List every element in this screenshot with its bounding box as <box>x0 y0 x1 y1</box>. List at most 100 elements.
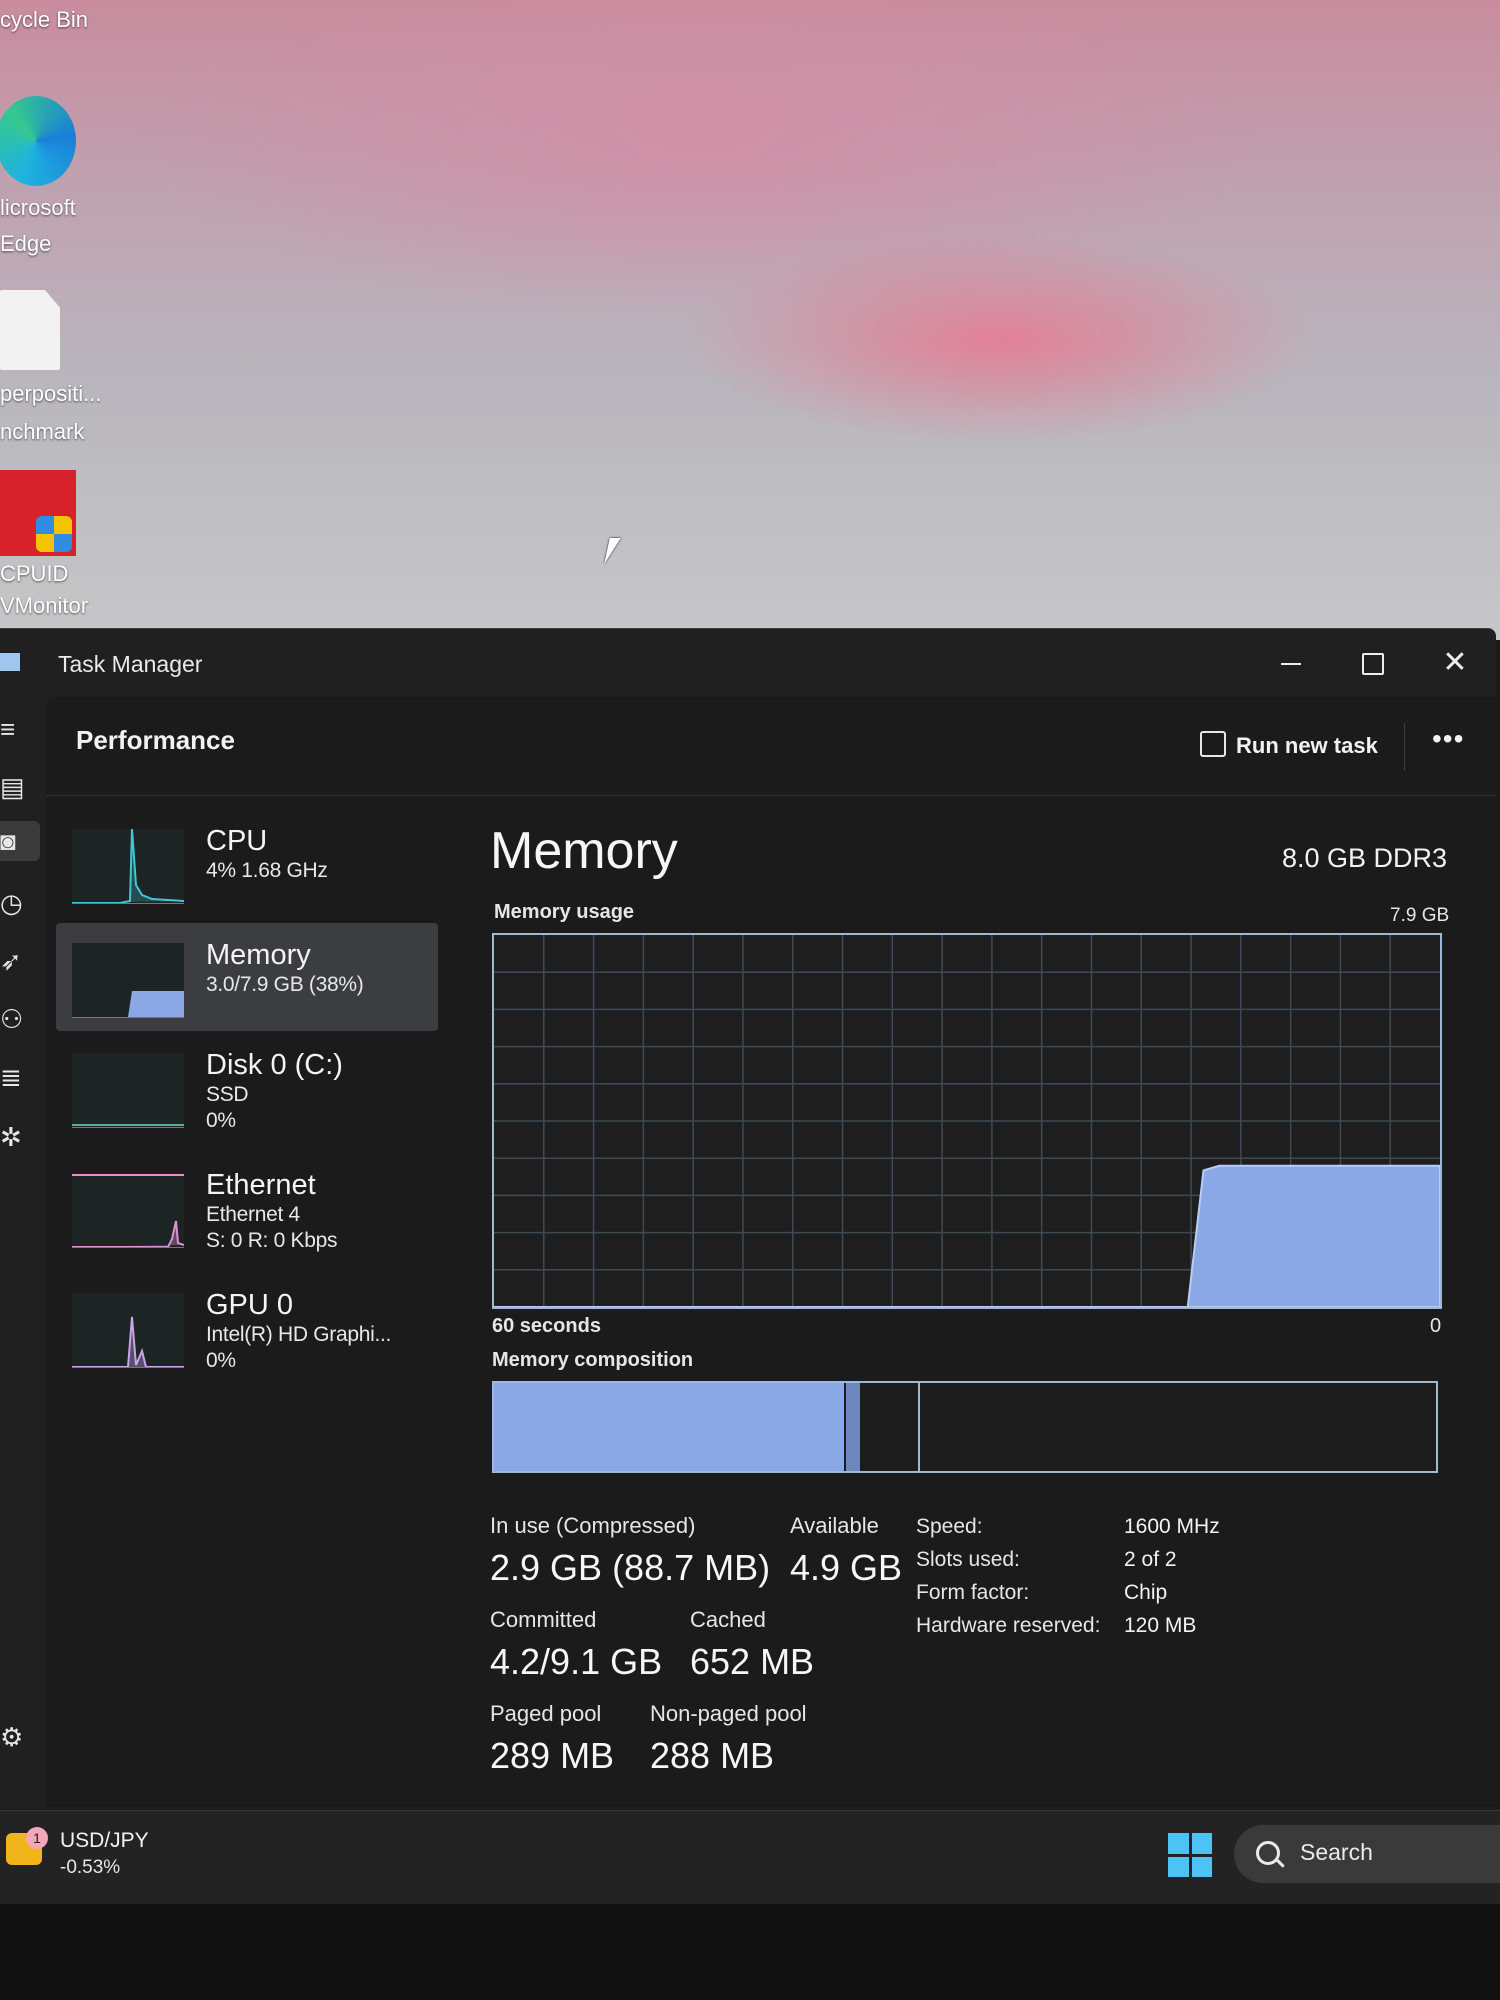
app-history-icon[interactable]: ◷ <box>0 883 40 923</box>
memory-usage-chart <box>494 935 1440 1307</box>
perf-item-detail: Ethernet 4 <box>206 1203 300 1226</box>
perf-item-cpu[interactable]: CPU 4% 1.68 GHz <box>56 809 438 917</box>
memory-thumbnail-graph <box>72 943 184 1018</box>
perf-item-memory[interactable]: Memory 3.0/7.9 GB (38%) <box>56 923 438 1031</box>
windows-logo-tile <box>1168 1833 1189 1854</box>
start-button[interactable] <box>1168 1833 1212 1877</box>
memory-usage-area <box>494 1164 1440 1307</box>
close-button[interactable]: ✕ <box>1424 641 1486 689</box>
hwmonitor-icon <box>0 470 76 556</box>
processes-icon[interactable]: ▤ <box>0 767 40 807</box>
perf-item-name: Ethernet <box>206 1169 316 1201</box>
perf-item-percent: 0% <box>206 1349 236 1372</box>
perf-item-ethernet[interactable]: Ethernet Ethernet 4 S: 0 R: 0 Kbps <box>56 1153 438 1261</box>
window-title: Task Manager <box>58 651 203 677</box>
usage-graph-label: Memory usage <box>494 901 635 923</box>
windows-logo-tile <box>1168 1856 1189 1877</box>
x-axis-start-label: 60 seconds <box>492 1315 601 1337</box>
recycle-bin-label: cycle Bin <box>0 7 89 32</box>
hwmonitor-label-line1: CPUID <box>0 561 69 586</box>
cached-value: 652 MB <box>690 1641 815 1682</box>
perf-item-gpu[interactable]: GPU 0 Intel(R) HD Graphi... 0% <box>56 1273 438 1381</box>
edge-label-line1: licrosoft <box>0 195 76 220</box>
toolbar-divider <box>1404 723 1405 771</box>
gpu-sparkline <box>72 1316 184 1367</box>
perf-item-disk[interactable]: Disk 0 (C:) SSD 0% <box>56 1033 438 1141</box>
desktop: cycle Bin licrosoft Edge perpositi... nc… <box>0 0 1500 640</box>
perf-item-name: GPU 0 <box>206 1289 294 1321</box>
hwmonitor-label-line2: VMonitor <box>0 593 89 618</box>
usage-graph-max: 7.9 GB <box>1390 905 1450 926</box>
settings-icon[interactable]: ⚙ <box>0 1717 40 1757</box>
hamburger-menu-icon[interactable]: ≡ <box>0 709 40 749</box>
ticker-name[interactable]: USD/JPY <box>60 1829 149 1853</box>
paged-pool-value: 289 MB <box>490 1735 615 1776</box>
more-options-button[interactable]: ••• <box>1432 723 1464 755</box>
task-manager-window: Task Manager ✕ ≡ ▤ ◙ ◷ ➶ ⚇ ≣ ✲ ⚙ Perform… <box>0 628 1496 1809</box>
details-icon[interactable]: ≣ <box>0 1057 40 1097</box>
composition-standby <box>860 1383 920 1471</box>
close-icon: ✕ <box>1442 646 1468 679</box>
perf-item-name: Disk 0 (C:) <box>206 1049 343 1081</box>
startup-apps-icon[interactable]: ➶ <box>0 941 40 981</box>
services-icon[interactable]: ✲ <box>0 1117 40 1157</box>
memory-composition-bar <box>492 1381 1438 1473</box>
header-divider <box>46 795 1496 796</box>
hwmonitor-shortcut[interactable]: CPUID VMonitor <box>0 470 100 620</box>
monitor-bezel <box>0 1904 1500 2000</box>
users-icon[interactable]: ⚇ <box>0 999 40 1039</box>
recycle-bin-shortcut[interactable]: cycle Bin <box>0 6 100 34</box>
memory-sparkline <box>128 991 184 1017</box>
speed-value: 1600 MHz <box>1124 1515 1220 1538</box>
perf-item-detail: 3.0/7.9 GB (38%) <box>206 973 364 996</box>
perf-item-detail: SSD <box>206 1083 249 1106</box>
cpu-thumbnail-graph <box>72 829 184 904</box>
search-placeholder: Search <box>1300 1839 1373 1865</box>
run-new-task-label: Run new task <box>1236 733 1378 758</box>
speed-label: Speed: <box>916 1515 983 1538</box>
committed-label: Committed <box>490 1607 597 1632</box>
windows-logo-tile <box>1191 1833 1212 1854</box>
benchmark-label-line2: nchmark <box>0 419 85 444</box>
memory-total: 8.0 GB DDR3 <box>1282 843 1448 873</box>
composition-in-use <box>494 1383 844 1471</box>
hardware-reserved-label: Hardware reserved: <box>916 1614 1101 1637</box>
committed-value: 4.2/9.1 GB <box>490 1641 663 1682</box>
task-manager-app-icon <box>0 653 20 671</box>
run-new-task-button[interactable]: Run new task <box>1200 731 1378 759</box>
performance-page: Performance Run new task ••• CPU 4% 1.68… <box>46 697 1496 1807</box>
minimize-icon <box>1281 663 1301 666</box>
minimize-button[interactable] <box>1260 641 1322 689</box>
edge-icon <box>0 96 76 186</box>
ethernet-sparkline <box>72 1174 184 1247</box>
form-factor-value: Chip <box>1124 1581 1168 1604</box>
available-value: 4.9 GB <box>790 1547 903 1588</box>
available-label: Available <box>790 1513 879 1538</box>
non-paged-pool-value: 288 MB <box>650 1735 775 1776</box>
file-icon <box>0 290 60 370</box>
composition-label: Memory composition <box>492 1349 694 1371</box>
title-bar[interactable]: Task Manager ✕ <box>0 629 1496 697</box>
disk-thumbnail-graph <box>72 1053 184 1128</box>
composition-modified <box>846 1383 860 1471</box>
form-factor-label: Form factor: <box>916 1581 1030 1604</box>
benchmark-shortcut[interactable]: perpositi... nchmark <box>0 290 102 446</box>
taskbar-search[interactable]: Search <box>1234 1825 1500 1883</box>
in-use-value: 2.9 GB (88.7 MB) <box>490 1547 771 1588</box>
ticker-change: -0.53% <box>60 1857 121 1878</box>
run-task-icon <box>1200 731 1226 757</box>
cached-label: Cached <box>690 1607 766 1632</box>
slots-used-label: Slots used: <box>916 1548 1020 1571</box>
page-title: Performance <box>76 725 235 755</box>
edge-shortcut[interactable]: licrosoft Edge <box>0 96 100 258</box>
detail-title: Memory <box>490 822 678 880</box>
performance-icon[interactable]: ◙ <box>0 821 40 861</box>
windows-logo-tile <box>1191 1856 1212 1877</box>
x-axis-end-label: 0 <box>1430 1315 1442 1337</box>
paged-pool-label: Paged pool <box>490 1701 602 1726</box>
search-icon <box>1256 1841 1280 1865</box>
maximize-button[interactable] <box>1342 641 1404 689</box>
notification-badge: 1 <box>26 1827 48 1849</box>
ethernet-thumbnail-graph <box>72 1173 184 1248</box>
navigation-rail: ≡ ▤ ◙ ◷ ➶ ⚇ ≣ ✲ ⚙ <box>0 697 46 1807</box>
